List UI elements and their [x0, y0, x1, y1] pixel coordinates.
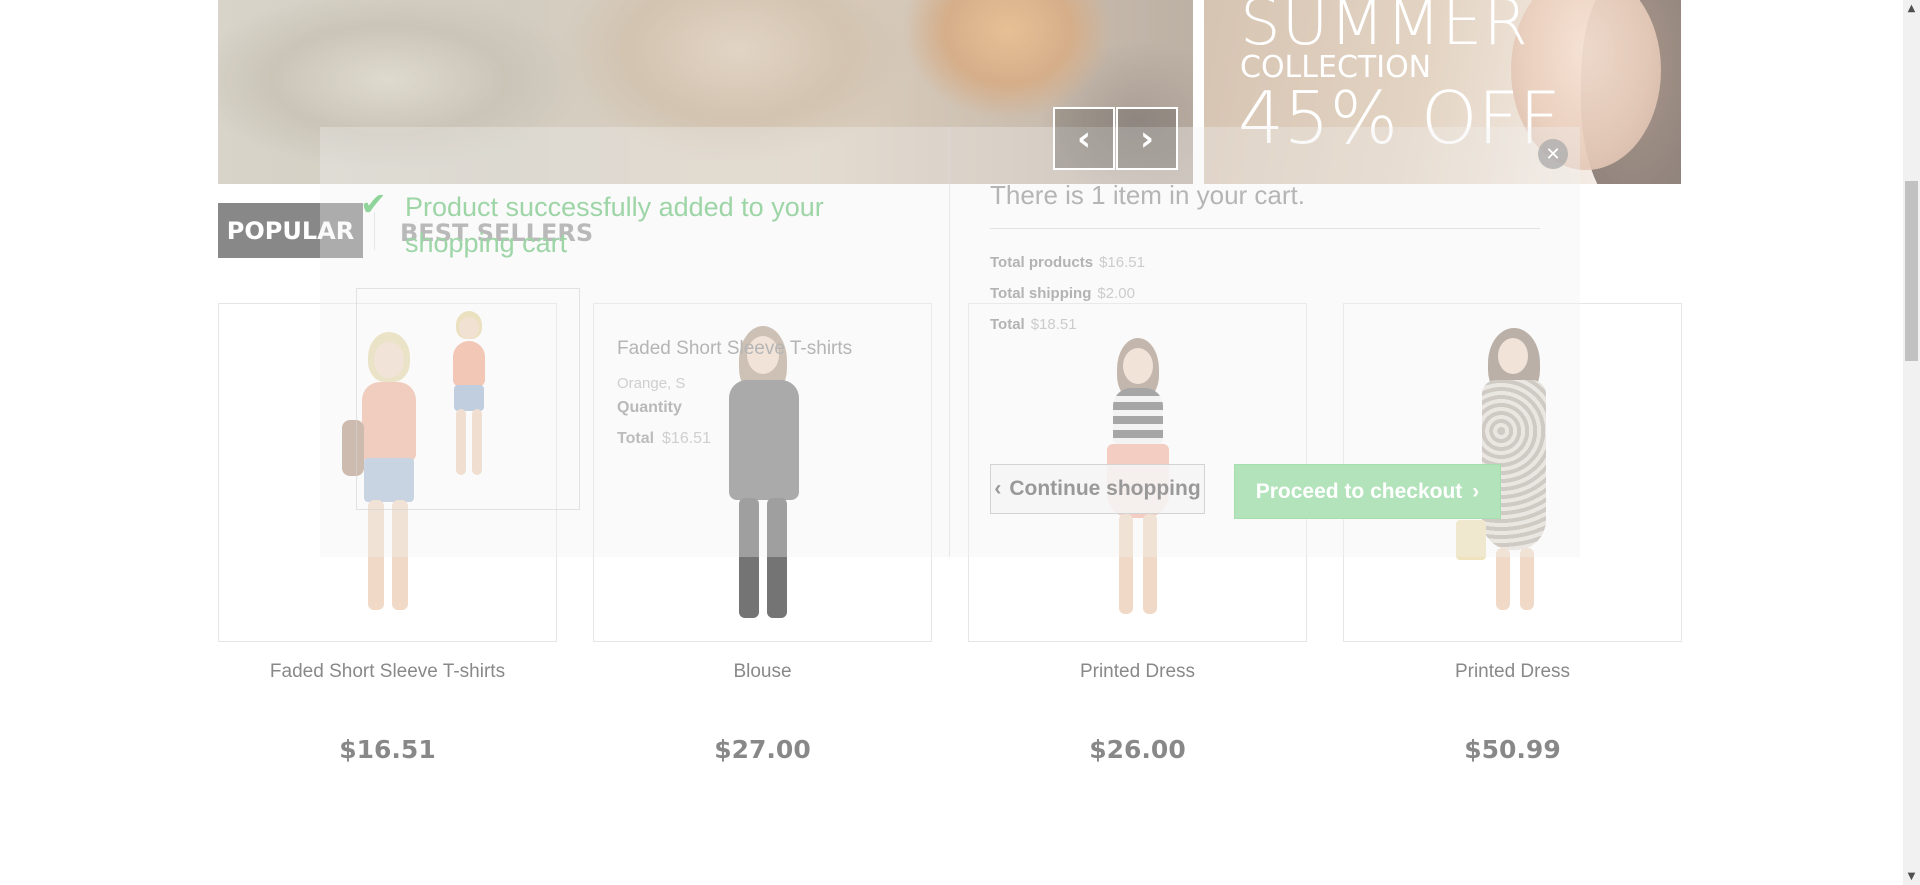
- chevron-right-icon: ›: [1472, 479, 1480, 503]
- cart-total-label: Total: [990, 316, 1025, 333]
- add-to-cart-modal: ✔ Product successfully added to your sho…: [320, 127, 1580, 557]
- total-products-value: $16.51: [1099, 254, 1145, 271]
- modal-product-attributes: Orange, S: [617, 375, 686, 392]
- check-icon: ✔: [360, 185, 387, 223]
- total-products-label: Total products: [990, 254, 1094, 271]
- modal-quantity-label: Quantity: [617, 399, 682, 416]
- chevron-left-icon: ‹: [994, 477, 1002, 500]
- scrollbar-thumb[interactable]: [1905, 181, 1918, 361]
- scroll-up-arrow-icon[interactable]: ▲: [1903, 0, 1920, 17]
- modal-total-label: Total: [617, 430, 655, 447]
- total-shipping-label: Total shipping: [990, 285, 1092, 302]
- total-shipping-value: $2.00: [1097, 285, 1135, 302]
- divider: [990, 228, 1540, 229]
- close-icon[interactable]: ✕: [1538, 139, 1568, 169]
- cart-total-row: Total $18.51: [990, 316, 1077, 333]
- proceed-to-checkout-label: Proceed to checkout: [1255, 479, 1463, 503]
- modal-product-thumbnail: [356, 288, 580, 510]
- modal-product-total: Total $16.51: [617, 430, 711, 448]
- chevron-right-icon: ›: [1139, 118, 1154, 159]
- proceed-to-checkout-button[interactable]: Proceed to checkout ›: [1234, 464, 1501, 519]
- modal-total-value: $16.51: [662, 430, 711, 447]
- total-shipping-row: Total shipping $2.00: [990, 285, 1135, 302]
- modal-cart-panel: There is 1 item in your cart. Total prod…: [949, 127, 1580, 557]
- model-figure: [438, 309, 498, 489]
- slider-prev-button[interactable]: ‹: [1053, 107, 1115, 170]
- cart-total-value: $18.51: [1030, 316, 1077, 333]
- modal-product-name: Faded Short Sleeve T-shirts: [617, 338, 853, 359]
- modal-product-panel: ✔ Product successfully added to your sho…: [320, 127, 948, 557]
- total-products-row: Total products $16.51: [990, 254, 1145, 271]
- cart-item-count: There is 1 item in your cart.: [990, 180, 1305, 210]
- chevron-left-icon: ‹: [1076, 118, 1091, 159]
- slider-next-button[interactable]: ›: [1116, 107, 1178, 170]
- page-scrollbar[interactable]: ▲ ▼: [1903, 0, 1920, 885]
- scroll-down-arrow-icon[interactable]: ▼: [1903, 868, 1920, 885]
- success-message: Product successfully added to your shopp…: [405, 192, 824, 258]
- continue-shopping-button[interactable]: ‹ Continue shopping: [990, 464, 1205, 514]
- continue-shopping-label: Continue shopping: [1009, 477, 1201, 500]
